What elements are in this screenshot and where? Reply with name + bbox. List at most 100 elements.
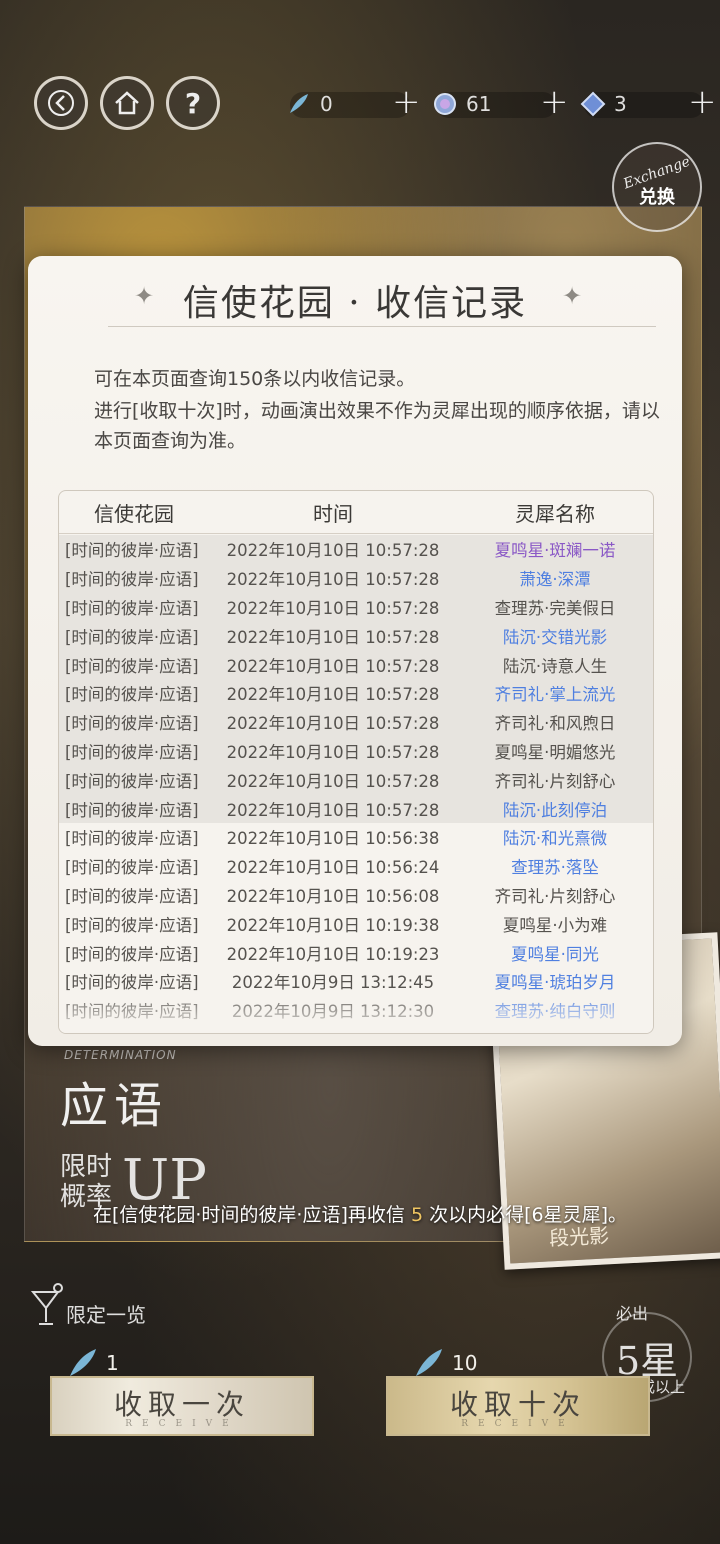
limited-label: 限定一览 xyxy=(66,1303,146,1327)
feather-count: 0 xyxy=(320,92,333,116)
row-garden: [时间的彼岸·应语] xyxy=(65,858,199,878)
ten-cost-value: 10 xyxy=(452,1351,478,1375)
row-garden: [时间的彼岸·应语] xyxy=(65,541,199,561)
receive-ten-button[interactable]: 收取十次 RECEIVE xyxy=(386,1376,650,1436)
receive-ten-sub: RECEIVE xyxy=(461,1419,575,1429)
table-row: [时间的彼岸·应语] 2022年10月10日 10:57:28 齐司礼·片刻舒心 xyxy=(59,765,653,795)
crystal-icon xyxy=(580,91,606,117)
table-row: [时间的彼岸·应语] 2022年10月9日 13:12:30 查理苏·纯白守则 xyxy=(59,996,653,1025)
row-card-name: 陆沉·和光熹微 xyxy=(502,829,608,849)
row-time: 2022年10月10日 10:57:28 xyxy=(226,685,440,705)
row-card-name: 齐司礼·掌上流光 xyxy=(494,685,616,705)
table-row: [时间的彼岸·应语] 2022年10月10日 10:19:38 夏鸣星·小为难 xyxy=(59,909,653,938)
title-star-right-icon: ✦ xyxy=(562,282,583,310)
back-button[interactable] xyxy=(34,76,88,130)
row-time: 2022年10月10日 10:57:28 xyxy=(226,541,440,561)
table-row: [时间的彼岸·应语] 2022年10月10日 10:56:08 齐司礼·片刻舒心 xyxy=(59,881,653,910)
row-time: 2022年10月10日 10:57:28 xyxy=(226,714,440,734)
feather-icon xyxy=(70,1349,96,1376)
home-button[interactable] xyxy=(100,76,154,130)
table-row: [时间的彼岸·应语] 2022年10月10日 10:57:28 夏鸣星·斑斓一诺 xyxy=(59,535,653,564)
row-card-name: 夏鸣星·小为难 xyxy=(502,915,608,935)
back-icon xyxy=(48,90,74,116)
row-time: 2022年10月10日 10:57:28 xyxy=(226,570,440,590)
feather-resource: 0 xyxy=(286,88,333,120)
row-garden: [时间的彼岸·应语] xyxy=(65,598,199,618)
row-time: 2022年10月10日 10:57:28 xyxy=(226,742,440,762)
add-feather-button[interactable]: + xyxy=(392,82,421,122)
home-icon xyxy=(115,91,139,115)
row-time: 2022年10月10日 10:56:38 xyxy=(226,829,440,849)
row-garden: [时间的彼岸·应语] xyxy=(65,886,199,906)
table-row: [时间的彼岸·应语] 2022年10月10日 10:56:38 陆沉·和光熹微 xyxy=(59,823,653,852)
desc-line-2: 进行[收取十次]时，动画演出效果不作为灵犀出现的顺序依据，请以本页面查询为准。 xyxy=(94,400,660,452)
table-row: [时间的彼岸·应语] 2022年10月9日 13:12:45 夏鸣星·琥珀岁月 xyxy=(59,967,653,996)
question-icon: ? xyxy=(184,86,202,120)
exchange-label: 兑换 xyxy=(639,187,675,208)
row-garden: [时间的彼岸·应语] xyxy=(65,829,199,849)
row-time: 2022年10月9日 13:12:45 xyxy=(231,973,435,993)
receive-once-sub: RECEIVE xyxy=(125,1419,239,1429)
row-time: 2022年10月10日 10:56:24 xyxy=(226,858,440,878)
row-card-name: 陆沉·诗意人生 xyxy=(502,656,608,676)
banner-determination: DETERMINATION xyxy=(64,1048,177,1062)
table-row: [时间的彼岸·应语] 2022年10月10日 10:57:28 齐司礼·掌上流光 xyxy=(59,678,653,708)
row-card-name: 查理苏·落坠 xyxy=(511,858,599,878)
row-time: 2022年10月10日 10:19:23 xyxy=(226,944,440,964)
feather-icon xyxy=(290,94,308,113)
top-bar: ? 0 + 61 + 3 + xyxy=(0,70,720,146)
record-table[interactable]: 信使花园 时间 灵犀名称 [时间的彼岸·应语] 2022年10月10日 10:57… xyxy=(58,490,654,1034)
table-row: [时间的彼岸·应语] 2022年10月10日 10:57:28 陆沉·诗意人生 xyxy=(59,650,653,679)
col-time-header: 时间 xyxy=(313,501,353,526)
receive-ten-label: 收取十次 xyxy=(449,1388,586,1421)
row-time: 2022年10月10日 10:57:28 xyxy=(226,800,440,820)
cocktail-icon xyxy=(30,1283,63,1325)
orb-count: 61 xyxy=(466,92,492,116)
row-card-name: 夏鸣星·琥珀岁月 xyxy=(494,973,616,993)
row-garden: [时间的彼岸·应语] xyxy=(65,973,199,993)
row-time: 2022年10月10日 10:57:28 xyxy=(226,656,440,676)
row-garden: [时间的彼岸·应语] xyxy=(65,742,199,762)
row-garden: [时间的彼岸·应语] xyxy=(65,685,199,705)
table-header: 信使花园 时间 灵犀名称 xyxy=(59,491,653,534)
col-garden-header: 信使花园 xyxy=(94,501,174,526)
record-modal: ✦ 信使花园 · 收信记录 ✦ 可在本页面查询150条以内收信记录。 进行[收取… xyxy=(28,256,682,1046)
crystal-resource: 3 xyxy=(580,88,627,120)
modal-title: 信使花园 · 收信记录 xyxy=(182,283,528,324)
row-card-name: 齐司礼·片刻舒心 xyxy=(494,886,616,906)
feather-icon xyxy=(416,1349,442,1376)
row-card-name: 夏鸣星·斑斓一诺 xyxy=(494,541,616,561)
row-garden: [时间的彼岸·应语] xyxy=(65,800,199,820)
row-card-name: 齐司礼·片刻舒心 xyxy=(494,771,616,791)
exchange-button[interactable]: Exchange 兑换 xyxy=(612,142,702,232)
modal-description: 可在本页面查询150条以内收信记录。 进行[收取十次]时，动画演出效果不作为灵犀… xyxy=(94,364,674,456)
orb-resource: 61 xyxy=(432,88,491,120)
receive-once-button[interactable]: 收取一次 RECEIVE xyxy=(50,1376,314,1436)
table-row: [时间的彼岸·应语] 2022年10月10日 10:19:23 夏鸣星·同光 xyxy=(59,938,653,967)
row-card-name: 夏鸣星·明媚悠光 xyxy=(494,742,616,762)
notice-count: 5 xyxy=(410,1204,424,1226)
add-orb-button[interactable]: + xyxy=(540,82,569,122)
once-cost-value: 1 xyxy=(106,1351,119,1375)
receive-once-label: 收取一次 xyxy=(113,1388,250,1421)
limited-list-button[interactable]: 限定一览 xyxy=(30,1282,146,1328)
notice-suffix: 次以内必得[6星灵犀]。 xyxy=(429,1204,627,1226)
col-name-header: 灵犀名称 xyxy=(515,501,595,526)
orb-icon xyxy=(434,93,456,115)
table-body[interactable]: [时间的彼岸·应语] 2022年10月10日 10:57:28 夏鸣星·斑斓一诺 [时… xyxy=(59,535,653,1033)
banner-ying-yu: 应语 xyxy=(60,1078,169,1134)
row-garden: [时间的彼岸·应语] xyxy=(65,915,199,935)
notice-prefix: 在[信使花园·时间的彼岸·应语]再收信 xyxy=(92,1204,405,1226)
help-button[interactable]: ? xyxy=(166,76,220,130)
guarantee-top: 必出 xyxy=(616,1304,649,1323)
title-divider xyxy=(108,326,656,327)
table-row: [时间的彼岸·应语] 2022年10月10日 10:57:28 陆沉·此刻停泊 xyxy=(59,794,653,823)
row-garden: [时间的彼岸·应语] xyxy=(65,570,199,590)
row-card-name: 陆沉·交错光影 xyxy=(502,627,608,647)
row-card-name: 查理苏·纯白守则 xyxy=(494,1002,616,1022)
table-row: [时间的彼岸·应语] 2022年10月10日 10:57:28 萧逸·深潭 xyxy=(59,563,653,593)
row-garden: [时间的彼岸·应语] xyxy=(65,771,199,791)
row-card-name: 萧逸·深潭 xyxy=(519,570,591,590)
once-cost: 1 xyxy=(66,1346,119,1380)
add-crystal-button[interactable]: + xyxy=(688,82,717,122)
